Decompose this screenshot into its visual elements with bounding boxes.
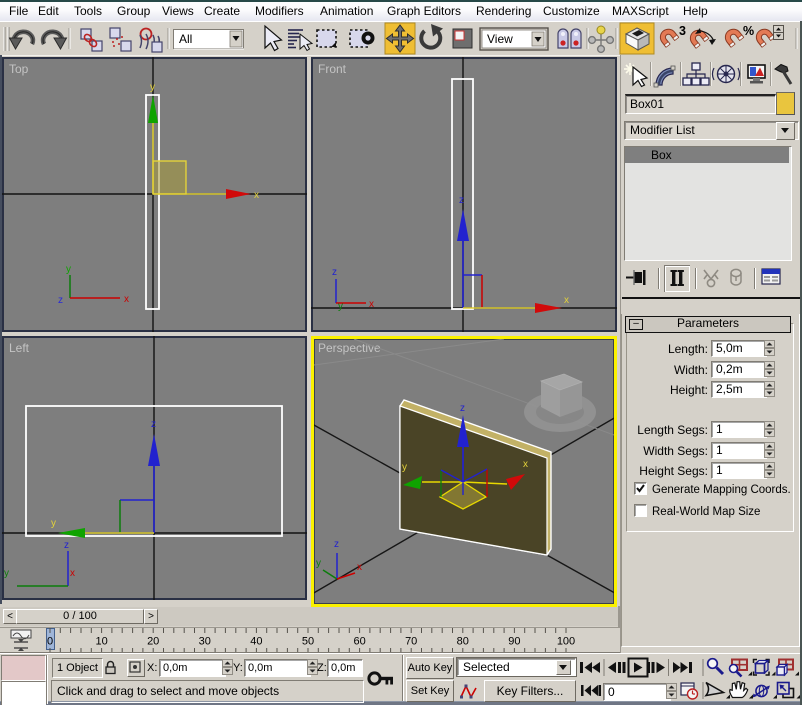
svg-text:y: y	[338, 301, 343, 312]
svg-text:10: 10	[95, 636, 107, 648]
svg-text:y: y	[66, 264, 71, 275]
svg-text:z: z	[151, 419, 156, 430]
svg-text:0: 0	[47, 636, 53, 648]
svg-text:x: x	[70, 568, 75, 579]
svg-text:20: 20	[147, 636, 159, 648]
svg-text:100: 100	[557, 636, 575, 648]
svg-text:30: 30	[199, 636, 211, 648]
svg-text:View: View	[487, 32, 513, 46]
svg-text:%: %	[743, 24, 754, 38]
svg-text:z: z	[58, 295, 63, 306]
svg-text:y: y	[402, 462, 407, 473]
svg-text:z: z	[460, 403, 465, 414]
svg-text:All: All	[179, 32, 192, 46]
svg-text:x: x	[369, 299, 374, 310]
svg-text:z: z	[64, 540, 69, 551]
svg-text:z: z	[332, 267, 337, 278]
svg-text:y: y	[150, 82, 155, 93]
svg-text:y: y	[316, 558, 321, 569]
svg-text:y: y	[51, 518, 56, 529]
svg-text:x: x	[523, 459, 528, 470]
svg-text:x: x	[564, 295, 569, 306]
svg-text:z: z	[459, 195, 464, 206]
svg-text:z: z	[334, 539, 339, 550]
svg-text:y: y	[4, 568, 9, 579]
svg-text:3: 3	[679, 24, 686, 38]
svg-text:70: 70	[405, 636, 417, 648]
svg-text:x: x	[357, 562, 362, 573]
svg-text:60: 60	[353, 636, 365, 648]
svg-text:x: x	[254, 190, 259, 201]
svg-text:40: 40	[250, 636, 262, 648]
svg-text:x: x	[124, 294, 129, 305]
svg-text:90: 90	[508, 636, 520, 648]
svg-text:50: 50	[302, 636, 314, 648]
svg-text:80: 80	[457, 636, 469, 648]
